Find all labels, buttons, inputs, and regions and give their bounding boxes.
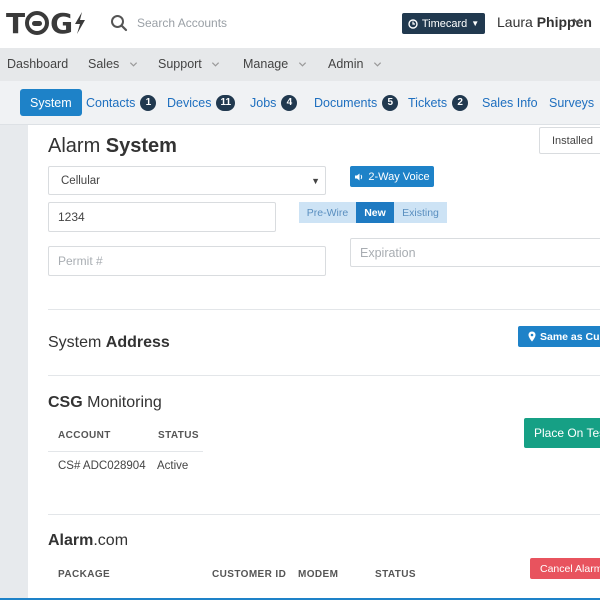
tab-surveys[interactable]: Surveys bbox=[549, 89, 594, 116]
install-type-existing[interactable]: Existing bbox=[394, 202, 447, 223]
menu-item-dashboard[interactable]: Dashboard bbox=[7, 57, 68, 71]
tab-label: Contacts bbox=[86, 95, 136, 110]
menu-item-label: Sales bbox=[88, 57, 120, 71]
install-type-new[interactable]: New bbox=[356, 202, 394, 223]
menu-item-label: Dashboard bbox=[7, 57, 69, 71]
account-number: CS# ADC028904 bbox=[58, 460, 146, 472]
menu-item-sales[interactable]: Sales bbox=[88, 57, 138, 71]
volume-icon bbox=[355, 173, 363, 180]
column-header-status: STATUS bbox=[158, 430, 199, 441]
chevron-down-icon bbox=[373, 62, 381, 67]
place-on-test-label: Place On Tes bbox=[534, 426, 600, 440]
system-panel: Installed Alarm System Cellular ▼ 2-Way … bbox=[28, 125, 600, 600]
menu-item-admin[interactable]: Admin bbox=[328, 57, 382, 71]
chevron-down-icon bbox=[129, 62, 137, 67]
tab-label: System bbox=[30, 95, 72, 110]
place-on-test-button[interactable]: Place On Tes bbox=[524, 418, 600, 448]
menu-item-manage[interactable]: Manage bbox=[243, 57, 307, 71]
tab-label: Jobs bbox=[250, 95, 277, 110]
expiration-field[interactable] bbox=[350, 238, 600, 267]
same-as-customer-label: Same as Custo bbox=[540, 330, 600, 343]
caret-down-icon: ▼ bbox=[311, 176, 320, 186]
heading-light: Monitoring bbox=[87, 394, 162, 411]
tab-tickets[interactable]: Tickets 2 bbox=[408, 89, 469, 116]
monitoring-heading: CSG Monitoring bbox=[48, 394, 162, 412]
map-marker-icon bbox=[528, 331, 536, 342]
tab-label: Tickets bbox=[408, 95, 448, 110]
tab-label: Surveys bbox=[549, 95, 595, 110]
heading-light: System bbox=[48, 334, 102, 351]
brand-logo[interactable]: T G bbox=[6, 7, 86, 40]
page-title: Alarm System bbox=[48, 135, 177, 158]
title-light: Alarm bbox=[48, 135, 101, 157]
logo-mask-icon bbox=[25, 11, 50, 35]
search-input[interactable] bbox=[135, 12, 335, 34]
top-bar: T G Timecard ▼ Laura Phippen bbox=[0, 0, 600, 48]
timecard-label: Timecard bbox=[421, 17, 468, 30]
divider bbox=[48, 309, 600, 310]
menu-item-label: Manage bbox=[243, 57, 289, 71]
tab-contacts[interactable]: Contacts 1 bbox=[86, 89, 157, 116]
left-rail bbox=[0, 125, 28, 600]
cancel-alarm-label: Cancel Alarm. bbox=[540, 562, 600, 575]
count-badge: 2 bbox=[452, 94, 469, 111]
count-badge: 11 bbox=[216, 94, 236, 111]
count-badge: 4 bbox=[281, 94, 298, 111]
permit-field[interactable] bbox=[48, 246, 326, 276]
menu-item-support[interactable]: Support bbox=[158, 57, 220, 71]
chevron-down-icon bbox=[298, 62, 306, 67]
title-bold: System bbox=[105, 135, 177, 157]
column-header-status: STATUS bbox=[375, 569, 416, 580]
alarm-com-heading: Alarm.com bbox=[48, 532, 128, 550]
tab-devices[interactable]: Devices 11 bbox=[167, 89, 236, 116]
chevron-down-icon[interactable] bbox=[572, 16, 582, 26]
account-status: Active bbox=[157, 460, 189, 472]
chevron-down-icon: ▼ bbox=[471, 19, 480, 28]
system-status-select[interactable]: Installed bbox=[539, 127, 600, 154]
install-type-toggle: Pre-Wire New Existing bbox=[299, 202, 447, 223]
column-header-account: ACCOUNT bbox=[58, 430, 111, 441]
divider bbox=[48, 451, 203, 452]
count-badge: 1 bbox=[140, 94, 157, 111]
column-header-modem: MODEM bbox=[298, 569, 339, 580]
tab-sales-info[interactable]: Sales Info bbox=[482, 89, 538, 116]
clock-icon bbox=[408, 18, 418, 29]
divider bbox=[48, 514, 600, 515]
heading-bold: CSG bbox=[48, 394, 83, 411]
tab-label: Documents bbox=[314, 95, 378, 110]
chevron-down-icon bbox=[212, 62, 220, 67]
search-icon[interactable] bbox=[110, 14, 128, 32]
code-field[interactable] bbox=[48, 202, 276, 232]
main-menu: Dashboard Sales Support Manage Admin bbox=[0, 48, 600, 81]
two-way-voice-button[interactable]: 2-Way Voice bbox=[350, 166, 434, 187]
install-type-prewire[interactable]: Pre-Wire bbox=[299, 202, 356, 223]
divider bbox=[48, 375, 600, 376]
heading-bold: Alarm bbox=[48, 532, 94, 549]
lightning-bolt-icon bbox=[75, 12, 86, 34]
tab-jobs[interactable]: Jobs 4 bbox=[250, 89, 298, 116]
user-last-name: Phippen bbox=[536, 14, 592, 30]
menu-item-label: Admin bbox=[328, 57, 364, 71]
column-header-customer-id: CUSTOMER ID bbox=[212, 569, 287, 580]
two-way-voice-label: 2-Way Voice bbox=[368, 170, 430, 183]
same-as-customer-button[interactable]: Same as Custo bbox=[518, 326, 600, 347]
cancel-alarm-button[interactable]: Cancel Alarm. bbox=[530, 558, 600, 579]
tab-label: Sales Info bbox=[482, 95, 538, 110]
system-address-heading: System Address bbox=[48, 334, 170, 352]
user-first-name: Laura bbox=[497, 14, 533, 30]
account-tabs: System Contacts 1 Devices 11 Jobs 4 Docu… bbox=[0, 81, 600, 125]
connection-type-value: Cellular bbox=[61, 175, 100, 187]
heading-bold: Address bbox=[105, 334, 170, 351]
timecard-button[interactable]: Timecard ▼ bbox=[402, 13, 485, 34]
tab-documents[interactable]: Documents 5 bbox=[314, 89, 399, 116]
column-header-package: PACKAGE bbox=[58, 569, 111, 580]
tab-label: Devices bbox=[167, 95, 212, 110]
heading-light: .com bbox=[93, 532, 129, 549]
system-status-value: Installed bbox=[552, 134, 593, 147]
count-badge: 5 bbox=[382, 94, 399, 111]
connection-type-select[interactable]: Cellular ▼ bbox=[48, 166, 326, 195]
tab-system[interactable]: System bbox=[20, 89, 82, 116]
menu-item-label: Support bbox=[158, 57, 202, 71]
